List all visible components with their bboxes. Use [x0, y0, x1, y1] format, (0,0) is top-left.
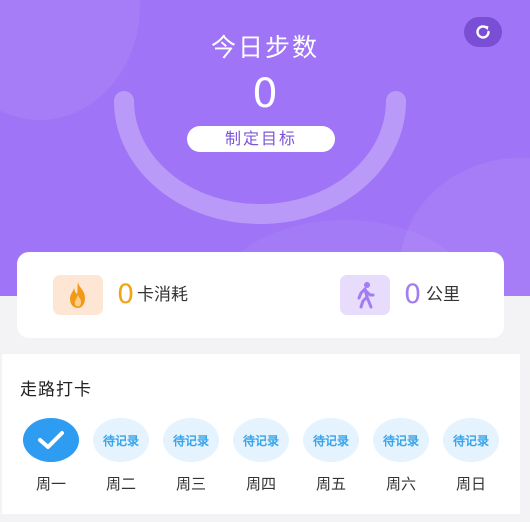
step-counter-page: 今日步数 0 制定目标 0 卡消耗 0 公里 走路打卡 周一 待记录 周二 待记… [0, 0, 530, 522]
distance-value: 0 [404, 279, 422, 310]
checkin-title: 走路打卡 [20, 380, 92, 400]
stats-card: 0 卡消耗 0 公里 [17, 252, 504, 338]
calories-icon-box [53, 275, 103, 315]
day-label: 周三 [175, 475, 206, 493]
walking-icon [357, 282, 375, 309]
step-count: 0 [252, 71, 278, 117]
pending-badge[interactable]: 待记录 [303, 418, 359, 462]
checkin-day-wed[interactable]: 待记录 周三 [163, 418, 219, 498]
refresh-button[interactable] [464, 17, 502, 47]
day-label: 周四 [245, 475, 276, 493]
fire-icon [70, 282, 85, 308]
calories-value: 0 [117, 279, 135, 310]
pending-badge[interactable]: 待记录 [373, 418, 429, 462]
walk-checkin-card: 走路打卡 周一 待记录 周二 待记录 周三 待记录 周四 待记录 周五 待记录 … [2, 354, 520, 514]
checkmark-icon [38, 431, 64, 449]
pending-badge[interactable]: 待记录 [443, 418, 499, 462]
checkin-day-fri[interactable]: 待记录 周五 [303, 418, 359, 498]
checkin-day-sun[interactable]: 待记录 周日 [443, 418, 499, 498]
pending-badge[interactable]: 待记录 [93, 418, 149, 462]
calories-label: 卡消耗 [137, 285, 188, 305]
day-label: 周一 [35, 475, 66, 493]
checkin-day-tue[interactable]: 待记录 周二 [93, 418, 149, 498]
distance-icon-box [340, 275, 390, 315]
day-label: 周五 [315, 475, 346, 493]
day-label: 周六 [385, 475, 416, 493]
checkin-day-mon[interactable]: 周一 [23, 418, 79, 498]
set-goal-button[interactable]: 制定目标 [187, 126, 335, 152]
checkin-done-badge[interactable] [23, 418, 79, 462]
day-label: 周二 [105, 475, 136, 493]
steps-title: 今日步数 [210, 33, 319, 62]
refresh-icon [476, 25, 490, 39]
pending-badge[interactable]: 待记录 [163, 418, 219, 462]
checkin-day-sat[interactable]: 待记录 周六 [373, 418, 429, 498]
pending-badge[interactable]: 待记录 [233, 418, 289, 462]
day-label: 周日 [455, 475, 486, 493]
checkin-day-thu[interactable]: 待记录 周四 [233, 418, 289, 498]
distance-label: 公里 [426, 285, 460, 305]
